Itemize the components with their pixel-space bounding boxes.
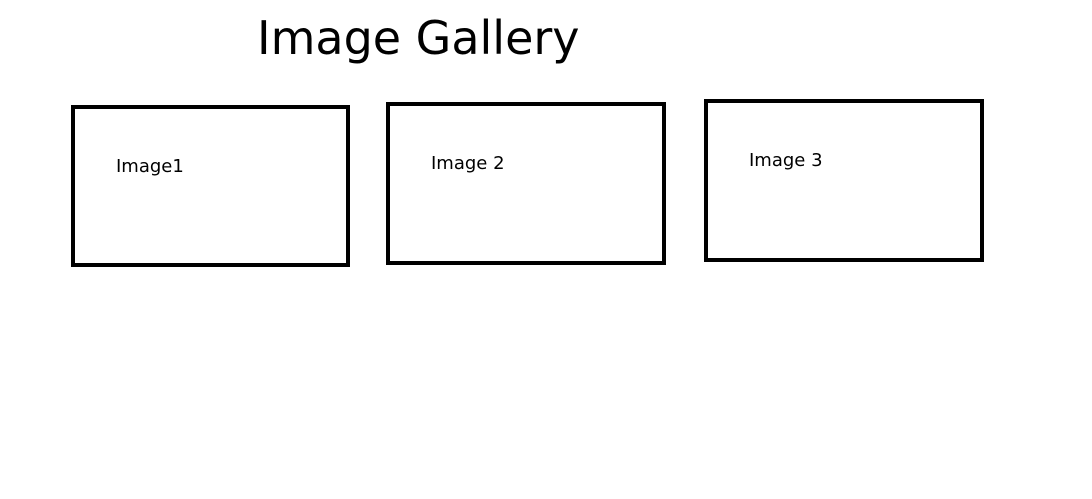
page-title: Image Gallery [257, 11, 580, 65]
gallery-image-label-3: Image 3 [749, 150, 823, 171]
gallery-image-placeholder-3[interactable]: Image 3 [704, 99, 984, 262]
gallery-image-label-2: Image 2 [431, 153, 505, 174]
gallery-image-label-1: Image1 [116, 156, 184, 177]
gallery-image-placeholder-1[interactable]: Image1 [71, 105, 350, 267]
gallery-image-placeholder-2[interactable]: Image 2 [386, 102, 666, 265]
